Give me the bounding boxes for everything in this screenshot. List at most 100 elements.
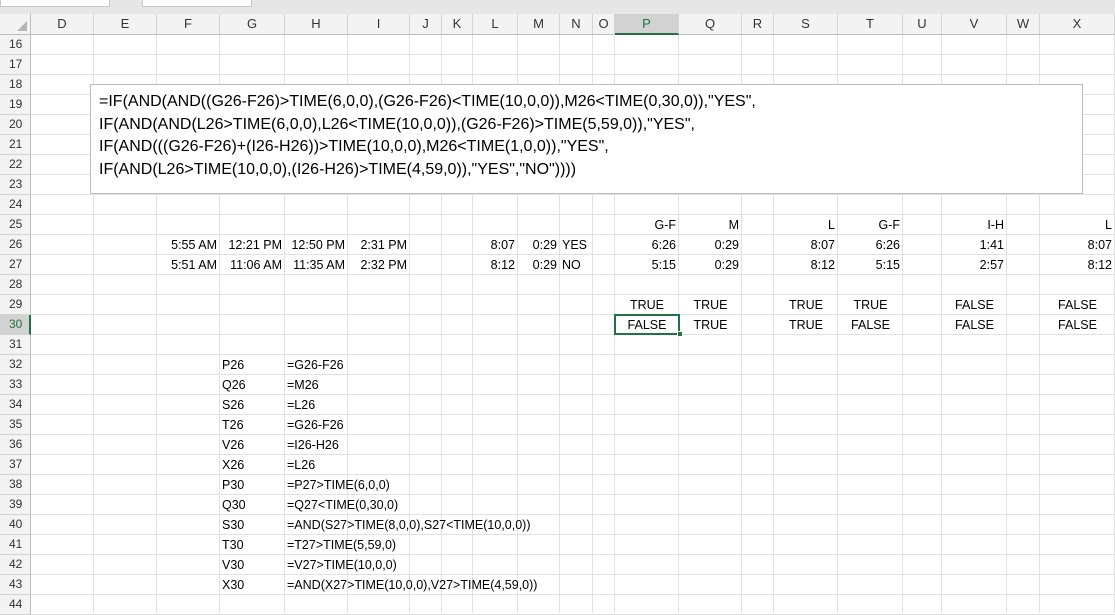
row-header-37[interactable]: 37 [0, 455, 31, 475]
cell-h33[interactable]: =M26 [285, 375, 319, 395]
cell-h26[interactable]: 12:50 PM [285, 235, 348, 255]
row-header-31[interactable]: 31 [0, 335, 31, 355]
row-header-28[interactable]: 28 [0, 275, 31, 295]
row-header-25[interactable]: 25 [0, 215, 31, 235]
row-header-17[interactable]: 17 [0, 55, 31, 75]
cell-q29[interactable]: TRUE [679, 295, 742, 315]
cell-g42[interactable]: V30 [220, 555, 285, 575]
cell-g39[interactable]: Q30 [220, 495, 285, 515]
row-header-21[interactable]: 21 [0, 135, 31, 155]
cell-h43[interactable]: =AND(X27>TIME(10,0,0),V27>TIME(4,59,0)) [285, 575, 537, 595]
cell-h32[interactable]: =G26-F26 [285, 355, 344, 375]
cell-m27[interactable]: 0:29 [518, 255, 560, 275]
cell-p25[interactable]: G-F [615, 215, 679, 235]
cell-g40[interactable]: S30 [220, 515, 285, 535]
row-header-33[interactable]: 33 [0, 375, 31, 395]
cell-v26[interactable]: 1:41 [942, 235, 1007, 255]
column-header-p[interactable]: P [615, 14, 679, 35]
cell-s25[interactable]: L [774, 215, 838, 235]
cell-g41[interactable]: T30 [220, 535, 285, 555]
column-header-l[interactable]: L [473, 14, 518, 35]
row-header-16[interactable]: 16 [0, 35, 31, 55]
cell-x27[interactable]: 8:12 [1040, 255, 1115, 275]
cell-s29[interactable]: TRUE [774, 295, 838, 315]
cell-h34[interactable]: =L26 [285, 395, 315, 415]
column-header-n[interactable]: N [560, 14, 593, 35]
column-header-w[interactable]: W [1007, 14, 1040, 35]
cell-t27[interactable]: 5:15 [838, 255, 903, 275]
column-header-g[interactable]: G [220, 14, 285, 35]
cell-t25[interactable]: G-F [838, 215, 903, 235]
cell-x29[interactable]: FALSE [1040, 295, 1115, 315]
cell-g26[interactable]: 12:21 PM [220, 235, 285, 255]
row-header-38[interactable]: 38 [0, 475, 31, 495]
row-header-39[interactable]: 39 [0, 495, 31, 515]
cell-i27[interactable]: 2:32 PM [348, 255, 410, 275]
column-header-j[interactable]: J [410, 14, 442, 35]
cell-s27[interactable]: 8:12 [774, 255, 838, 275]
column-header-q[interactable]: Q [679, 14, 742, 35]
cell-s30[interactable]: TRUE [774, 315, 838, 335]
cell-g34[interactable]: S26 [220, 395, 285, 415]
row-header-36[interactable]: 36 [0, 435, 31, 455]
column-header-v[interactable]: V [942, 14, 1007, 35]
cell-h37[interactable]: =L26 [285, 455, 315, 475]
formula-text-box[interactable]: =IF(AND(AND((G26-F26)>TIME(6,0,0),(G26-F… [90, 84, 1083, 194]
row-header-43[interactable]: 43 [0, 575, 31, 595]
cell-h41[interactable]: =T27>TIME(5,59,0) [285, 535, 396, 555]
cell-g36[interactable]: V26 [220, 435, 285, 455]
row-header-18[interactable]: 18 [0, 75, 31, 95]
row-header-27[interactable]: 27 [0, 255, 31, 275]
cell-h35[interactable]: =G26-F26 [285, 415, 344, 435]
row-header-22[interactable]: 22 [0, 155, 31, 175]
cell-v25[interactable]: I-H [942, 215, 1007, 235]
cell-h39[interactable]: =Q27<TIME(0,30,0) [285, 495, 398, 515]
cell-g43[interactable]: X30 [220, 575, 285, 595]
row-header-44[interactable]: 44 [0, 595, 31, 615]
row-header-35[interactable]: 35 [0, 415, 31, 435]
column-header-r[interactable]: R [742, 14, 774, 35]
row-header-41[interactable]: 41 [0, 535, 31, 555]
column-header-e[interactable]: E [94, 14, 157, 35]
cell-g33[interactable]: Q26 [220, 375, 285, 395]
column-header-d[interactable]: D [31, 14, 94, 35]
cell-q30[interactable]: TRUE [679, 315, 742, 335]
cell-h36[interactable]: =I26-H26 [285, 435, 339, 455]
column-header-t[interactable]: T [838, 14, 903, 35]
cell-x25[interactable]: L [1040, 215, 1115, 235]
cell-v27[interactable]: 2:57 [942, 255, 1007, 275]
cell-p29[interactable]: TRUE [615, 295, 679, 315]
row-header-40[interactable]: 40 [0, 515, 31, 535]
cell-g35[interactable]: T26 [220, 415, 285, 435]
cell-f26[interactable]: 5:55 AM [157, 235, 220, 255]
column-header-x[interactable]: X [1040, 14, 1115, 35]
cell-t29[interactable]: TRUE [838, 295, 903, 315]
cell-n27[interactable]: NO [560, 255, 593, 275]
row-header-32[interactable]: 32 [0, 355, 31, 375]
cell-x26[interactable]: 8:07 [1040, 235, 1115, 255]
cell-g32[interactable]: P26 [220, 355, 285, 375]
row-header-23[interactable]: 23 [0, 175, 31, 195]
cell-q26[interactable]: 0:29 [679, 235, 742, 255]
column-header-i[interactable]: I [348, 14, 410, 35]
column-header-k[interactable]: K [442, 14, 473, 35]
active-cell-outline[interactable] [614, 314, 680, 335]
cell-t26[interactable]: 6:26 [838, 235, 903, 255]
cell-g38[interactable]: P30 [220, 475, 285, 495]
column-header-m[interactable]: M [518, 14, 560, 35]
cell-x30[interactable]: FALSE [1040, 315, 1115, 335]
cell-l27[interactable]: 8:12 [473, 255, 518, 275]
cell-h40[interactable]: =AND(S27>TIME(8,0,0),S27<TIME(10,0,0)) [285, 515, 531, 535]
cell-g27[interactable]: 11:06 AM [220, 255, 285, 275]
cell-h42[interactable]: =V27>TIME(10,0,0) [285, 555, 397, 575]
cell-s26[interactable]: 8:07 [774, 235, 838, 255]
cell-l26[interactable]: 8:07 [473, 235, 518, 255]
cell-g37[interactable]: X26 [220, 455, 285, 475]
cell-h38[interactable]: =P27>TIME(6,0,0) [285, 475, 390, 495]
row-header-24[interactable]: 24 [0, 195, 31, 215]
row-header-42[interactable]: 42 [0, 555, 31, 575]
row-header-29[interactable]: 29 [0, 295, 31, 315]
cell-v29[interactable]: FALSE [942, 295, 1007, 315]
select-all-button[interactable] [0, 14, 31, 35]
cell-i26[interactable]: 2:31 PM [348, 235, 410, 255]
